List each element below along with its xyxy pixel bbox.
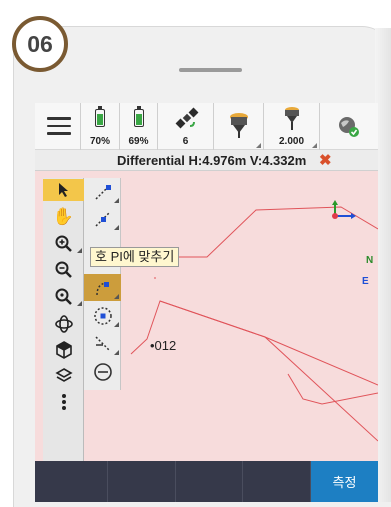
point-label[interactable]: •012	[150, 338, 176, 353]
snap-arc-center-button[interactable]	[84, 302, 121, 329]
more-tool-button[interactable]	[43, 391, 84, 413]
zoom-extents-tool-button[interactable]	[43, 286, 84, 308]
battery-1-label: 70%	[89, 136, 110, 147]
snap-midpoint-button[interactable]	[84, 205, 121, 232]
dropdown-corner	[77, 301, 82, 306]
snap-arc-center-icon	[93, 306, 112, 325]
satellite-count: 6	[182, 136, 189, 147]
measure-button[interactable]: 측정	[311, 461, 378, 502]
snap-arc-pi-button[interactable]	[84, 274, 121, 301]
precision-text: Differential H:4.976m V:4.332m	[117, 153, 307, 168]
satellite-icon	[175, 107, 199, 129]
layers-tool-button[interactable]	[43, 365, 84, 387]
zoom-extents-icon	[55, 288, 72, 305]
pan-tool-button[interactable]: ✋	[43, 206, 84, 228]
battery-2-label: 69%	[128, 136, 149, 147]
minus-circle-icon	[93, 362, 112, 381]
softkey-3[interactable]	[176, 461, 243, 502]
snap-perpendicular-icon	[94, 335, 111, 352]
satellite-status[interactable]: 6	[158, 103, 214, 150]
zoom-out-icon	[55, 261, 72, 278]
vertical-ellipsis-icon	[61, 394, 66, 410]
precision-bar: Differential H:4.976m V:4.332m ✖	[35, 150, 378, 171]
dropdown-corner	[114, 294, 119, 299]
snap-perpendicular-button[interactable]	[84, 330, 121, 357]
map-toolbar: ✋	[43, 178, 84, 461]
snap-arc-pi-icon	[95, 281, 109, 295]
zoom-in-icon	[55, 235, 72, 252]
dropdown-corner	[114, 198, 119, 203]
cube-icon	[55, 341, 72, 359]
menu-button[interactable]	[35, 103, 81, 150]
layers-icon	[54, 368, 73, 382]
hand-icon: ✋	[52, 207, 75, 226]
east-label: E	[362, 276, 369, 287]
snap-tooltip: 호 PI에 맞추기	[90, 247, 180, 267]
softkey-4[interactable]	[243, 461, 311, 502]
snap-toolbar	[84, 178, 121, 390]
snap-midpoint-icon	[94, 210, 111, 227]
step-badge: 06	[12, 16, 68, 72]
battery-icon	[133, 106, 144, 127]
step-number: 06	[27, 30, 53, 57]
orbit-icon	[54, 315, 73, 333]
snap-endpoint-icon	[94, 184, 111, 200]
app-screen: 70% 69% 6 2.000 Differential H:4.976m V:…	[35, 103, 378, 502]
receiver-status[interactable]	[214, 103, 264, 150]
status-bar: 70% 69% 6 2.000	[35, 103, 378, 150]
north-arrow-icon	[332, 200, 356, 219]
orbit-tool-button[interactable]	[43, 313, 84, 335]
dropdown-corner	[256, 143, 261, 148]
snap-off-button[interactable]	[84, 358, 121, 385]
close-icon[interactable]: ✖	[319, 151, 332, 169]
snap-endpoint-button[interactable]	[84, 178, 121, 205]
antenna-status[interactable]: 2.000	[264, 103, 320, 150]
softkey-1[interactable]	[35, 461, 108, 502]
select-tool-button[interactable]	[43, 179, 84, 201]
dropdown-corner	[77, 248, 82, 253]
dropdown-corner	[312, 143, 317, 148]
globe-connected-icon	[339, 117, 359, 137]
hamburger-icon	[47, 117, 71, 135]
gnss-receiver-icon	[230, 113, 248, 138]
battery-icon	[95, 106, 105, 127]
north-label: N	[366, 255, 374, 266]
dropdown-corner	[114, 350, 119, 355]
zoom-in-tool-button[interactable]	[43, 233, 84, 255]
dropdown-corner	[114, 225, 119, 230]
battery-status-2[interactable]: 69%	[120, 103, 158, 150]
view-cube-tool-button[interactable]	[43, 339, 84, 361]
connection-status[interactable]	[320, 103, 378, 150]
arrow-pointer-icon	[58, 183, 68, 197]
dropdown-corner	[114, 322, 119, 327]
device-notch	[179, 68, 242, 72]
antenna-height-label: 2.000	[278, 136, 305, 147]
battery-status-1[interactable]: 70%	[81, 103, 120, 150]
softkey-2[interactable]	[108, 461, 176, 502]
antenna-height-icon	[285, 107, 299, 130]
zoom-out-tool-button[interactable]	[43, 259, 84, 281]
softkey-bar: 측정	[35, 461, 378, 502]
